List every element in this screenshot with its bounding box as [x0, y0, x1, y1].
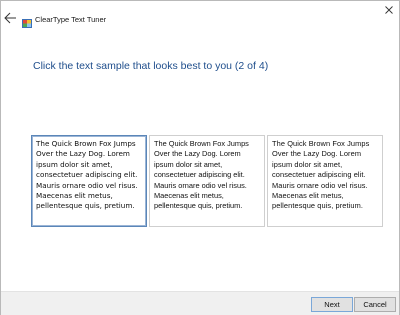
text-sample-2-text: The Quick Brown Fox Jumps Over the Lazy …: [154, 139, 249, 211]
close-button[interactable]: [381, 3, 397, 17]
title-bar: ClearType Text Tuner: [1, 1, 399, 31]
text-sample-2[interactable]: The Quick Brown Fox Jumps Over the Lazy …: [149, 135, 265, 227]
text-sample-1[interactable]: The Quick Brown Fox Jumps Over the Lazy …: [31, 135, 147, 227]
cleartype-app-icon: [22, 15, 32, 28]
close-icon: [385, 6, 393, 14]
window-title: ClearType Text Tuner: [35, 15, 107, 24]
text-sample-3[interactable]: The Quick Brown Fox Jumps Over the Lazy …: [267, 135, 383, 227]
page-heading: Click the text sample that looks best to…: [33, 60, 269, 72]
text-sample-3-text: The Quick Brown Fox Jumps Over the Lazy …: [272, 139, 370, 211]
next-button[interactable]: Next: [311, 297, 353, 312]
cancel-button[interactable]: Cancel: [354, 297, 396, 312]
footer-bar: Next Cancel: [1, 291, 399, 315]
cleartype-window: ClearType Text Tuner Click the text samp…: [0, 0, 400, 315]
back-button[interactable]: [3, 11, 17, 24]
back-arrow-icon: [4, 12, 16, 24]
text-sample-1-text: The Quick Brown Fox Jumps Over the Lazy …: [36, 139, 138, 211]
